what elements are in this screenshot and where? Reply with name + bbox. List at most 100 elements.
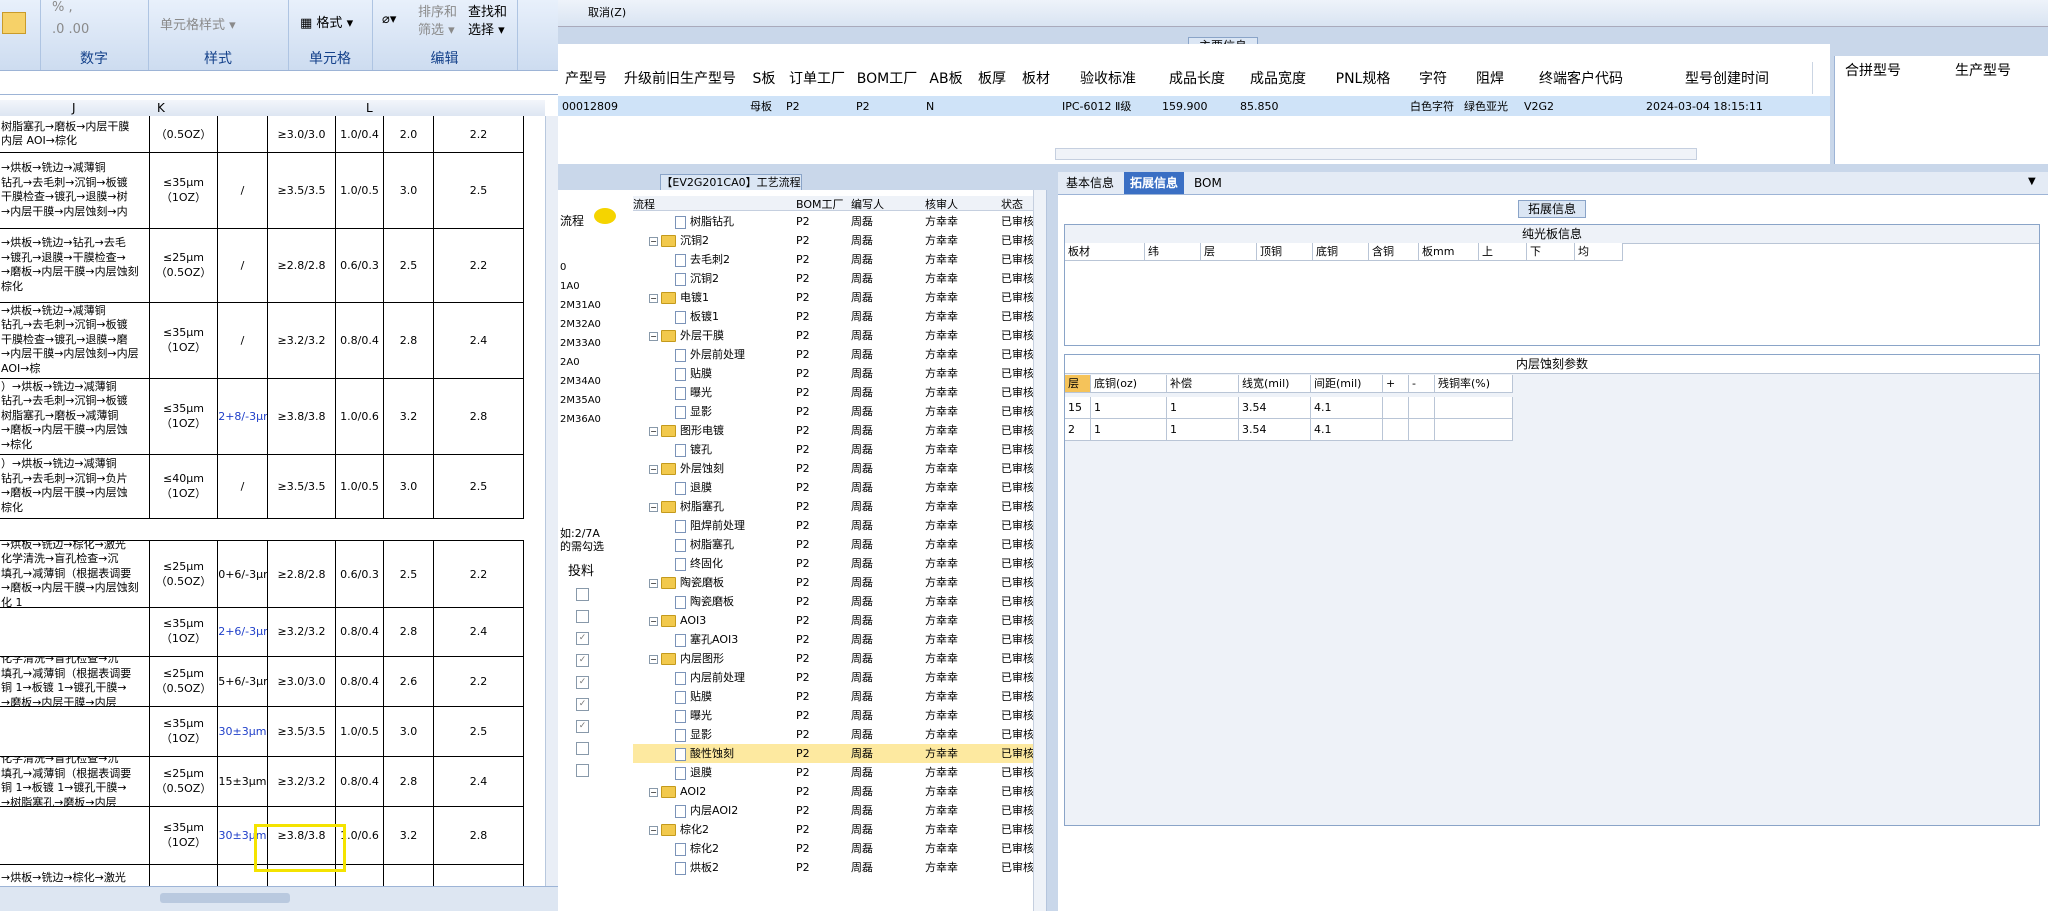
cell-plate[interactable]: 32+6/-3μm [218,606,268,656]
process-row[interactable]: − 沉铜2 P2 周磊 方幸幸 已审核 [633,231,1033,250]
process-row[interactable]: − AOI2 P2 周磊 方幸幸 已审核 [633,782,1033,801]
cell-b[interactable]: 3.0 [384,706,434,756]
collapse-icon[interactable]: − [649,654,658,664]
process-name-cell[interactable]: − 棕化2 [649,820,793,839]
horizontal-scrollbar[interactable] [0,886,558,911]
process-row[interactable]: − 内层图形 P2 周磊 方幸幸 已审核 [633,649,1033,668]
etch-cell[interactable] [1435,397,1513,419]
etch-cell[interactable]: 3.54 [1239,419,1311,441]
flow-code-item[interactable]: 1A0 [560,281,580,292]
cell-plate[interactable]: 30±3μm [218,706,268,756]
clear-icon[interactable]: ⌀▾ [382,12,396,27]
cell-b[interactable]: 3.2 [384,806,434,864]
main-info-cell[interactable]: 2024-03-04 18:15:11 [1642,96,1812,116]
feed-checkbox[interactable]: ✓ [576,632,589,645]
etch-cell[interactable]: 4.1 [1311,419,1383,441]
flow-code-item[interactable]: 2M32A0 [560,319,601,330]
etch-header-cell[interactable]: 残铜率(%) [1435,375,1513,393]
bare-board-header-cell[interactable]: 含铜 [1369,243,1419,261]
main-info-cell[interactable] [1014,96,1058,116]
process-name-cell[interactable]: 镀孔 [675,440,793,459]
etch-cell[interactable] [1383,419,1409,441]
etch-cell[interactable]: 3.54 [1239,397,1311,419]
process-row[interactable]: 去毛刺2 P2 周磊 方幸幸 已审核 [633,250,1033,269]
process-name-cell[interactable]: − 外层干膜 [649,326,793,345]
collapse-icon[interactable]: − [649,236,658,246]
collapse-icon[interactable]: − [649,825,658,835]
table-row[interactable]: ≤35μm （1OZ） 30±3μm ≥3.5/3.5 1.0/0.5 3.0 2.5 [0,706,524,757]
flow-code-item[interactable]: 0 [560,262,566,273]
cell-cu[interactable]: ≤25μm （0.5OZ） [150,541,218,607]
bare-board-header-cell[interactable]: 板材 [1065,243,1145,261]
scroll-thumb[interactable] [160,893,290,903]
cell-a[interactable]: 1.0/0.6 [336,378,384,454]
cell-a[interactable]: 0.6/0.3 [336,228,384,302]
process-name-cell[interactable]: 树脂钻孔 [675,212,793,231]
main-info-header-cell[interactable]: BOM工厂 [852,62,923,94]
tab-ext-info[interactable]: 拓展信息 [1124,172,1185,194]
main-info-cell[interactable]: 白色字符 [1406,96,1460,116]
process-name-cell[interactable]: 内层前处理 [675,668,793,687]
main-info-cell[interactable]: 00012809 [558,96,618,116]
collapse-icon[interactable]: − [649,464,658,474]
cell-cu[interactable]: ≤35μm （1OZ） [150,378,218,454]
process-name-cell[interactable]: 塞孔AOI3 [675,630,793,649]
process-row[interactable]: − 图形电镀 P2 周磊 方幸幸 已审核 [633,421,1033,440]
cell-b[interactable]: 2.8 [384,606,434,656]
main-info-header-cell[interactable]: 产型号 [558,62,615,94]
process-name-cell[interactable]: 内层AOI2 [675,801,793,820]
cell-c[interactable]: 2.4 [434,302,524,378]
bare-board-header-cell[interactable]: 纬 [1145,243,1201,261]
main-info-cell[interactable]: IPC-6012 Ⅱ级 [1058,96,1158,116]
process-name-cell[interactable]: 棕化2 [675,839,793,858]
cell-c[interactable]: 2.5 [434,706,524,756]
main-info-header-cell[interactable]: 板材 [1014,62,1059,94]
cell-plate[interactable]: / [218,228,268,302]
etch-header-cell[interactable]: - [1409,375,1435,393]
process-row[interactable]: 退膜 P2 周磊 方幸幸 已审核 [633,763,1033,782]
cell-flow[interactable]: →烘板→铣边→减薄铜 钻孔→去毛刺→沉铜→板镀 干膜检查→镀孔→退膜→磨 →内层… [0,302,150,378]
table-row[interactable]: →烘板→铣边→棕化→激光 化学清洗→盲孔检查→沉 填孔→减薄铜（根据表调要 铜 … [0,656,524,707]
collapse-icon[interactable]: − [649,331,658,341]
process-name-cell[interactable]: 烘板2 [675,858,793,877]
cell-c[interactable]: 2.4 [434,606,524,656]
main-info-row[interactable]: 00012809 母板 P2 P2 N IPC-6012 Ⅱ级 159.900 85.850 白… [558,96,1830,116]
main-info-header-cell[interactable]: 阻焊 [1460,62,1521,94]
flow-code-item[interactable]: 2M34A0 [560,376,601,387]
process-row[interactable]: − 外层干膜 P2 周磊 方幸幸 已审核 [633,326,1033,345]
cell-line[interactable]: ≥2.8/2.8 [268,228,336,302]
cell-plate[interactable]: 15+6/-3μm [218,656,268,706]
collapse-icon[interactable]: − [649,293,658,303]
cell-flow[interactable]: →烘板→铣边→钻孔→去毛 →镀孔→退膜→干膜检查→ →磨板→内层干膜→内层蚀刻 … [0,228,150,302]
flow-code-item[interactable]: 2M33A0 [560,338,601,349]
bare-board-header-cell[interactable]: 上 [1479,243,1527,261]
cell-flow[interactable]: ）→烘板→铣边→减薄铜 钻孔→去毛刺→沉铜→负片 →磨板→内层干膜→内层蚀 棕化 [0,454,150,518]
table-row[interactable]: →烘板→铣边→棕化→激光 化学清洗→盲孔检查→沉 填孔→减薄铜（根据表调要 铜 … [0,756,524,807]
table-row[interactable]: →烘板→铣边→棕化→激光 化学清洗→盲孔检查→沉 填孔→减薄铜（根据表调要 →磨… [0,540,524,608]
cell-plate[interactable]: / [218,152,268,228]
collapse-icon[interactable]: − [649,502,658,512]
etch-cell[interactable] [1409,397,1435,419]
process-row[interactable]: 陶瓷磨板 P2 周磊 方幸幸 已审核 [633,592,1033,611]
main-info-header-cell[interactable]: 成品宽度 [1236,62,1321,94]
main-info-header-cell[interactable]: AB板 [922,62,971,94]
process-row[interactable]: 曝光 P2 周磊 方幸幸 已审核 [633,383,1033,402]
cell-b[interactable]: 2.6 [384,656,434,706]
flow-code-item[interactable]: 2A0 [560,357,580,368]
cell-cu[interactable]: ≤35μm （1OZ） [150,606,218,656]
bare-board-header-cell[interactable]: 顶铜 [1257,243,1313,261]
cell-style-button[interactable]: 单元格样式 ▾ [160,14,236,33]
column-header-k[interactable]: K [157,101,165,115]
cell-cu[interactable]: ≤35μm （1OZ） [150,706,218,756]
process-name-cell[interactable]: 阻焊前处理 [675,516,793,535]
process-row[interactable]: 外层前处理 P2 周磊 方幸幸 已审核 [633,345,1033,364]
tab-bom[interactable]: BOM [1188,172,1228,194]
cell-b[interactable]: 3.2 [384,378,434,454]
process-row[interactable]: 贴膜 P2 周磊 方幸幸 已审核 [633,687,1033,706]
etch-header-cell[interactable]: 间距(mil) [1311,375,1383,393]
percent-icon[interactable]: % , [52,0,73,15]
cell-b[interactable]: 2.5 [384,228,434,302]
table-row[interactable]: ）→烘板→铣边→减薄铜 钻孔→去毛刺→沉铜→负片 →磨板→内层干膜→内层蚀 棕化… [0,454,524,519]
main-info-header-cell[interactable]: 终端客户代码 [1520,62,1643,94]
cell-a[interactable]: 1.0/0.4 [336,116,384,152]
